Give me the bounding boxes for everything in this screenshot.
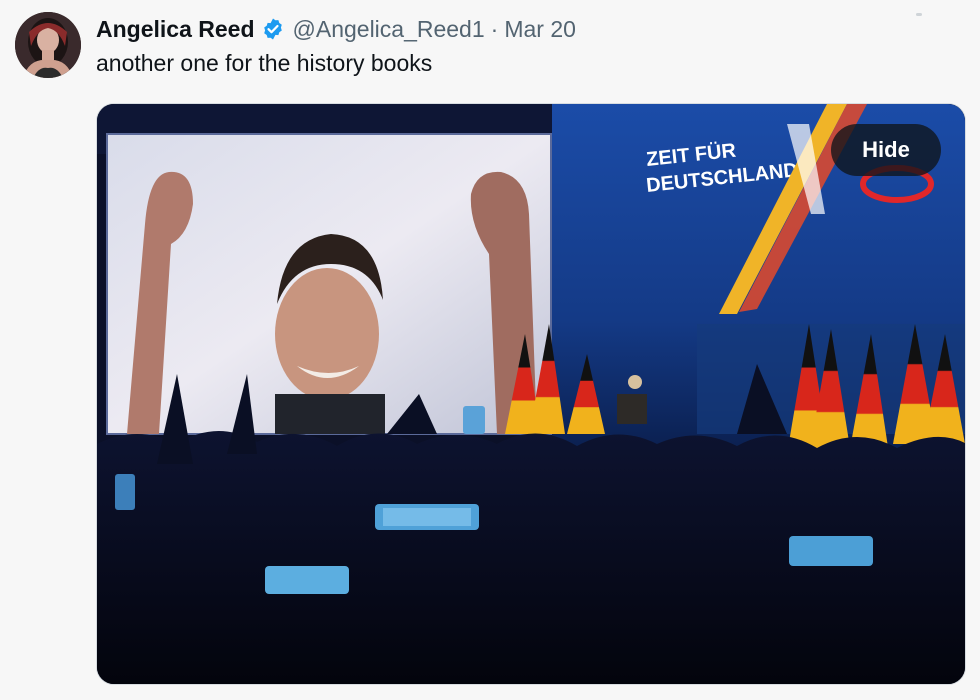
avatar-image [15,12,81,78]
hide-media-button[interactable]: Hide [831,124,941,176]
author-handle[interactable]: @Angelica_Reed1 [293,16,485,43]
tweet-media-photo[interactable]: ZEIT FÜR DEUTSCHLAND. [96,103,966,685]
avatar[interactable] [15,12,81,78]
tweet-header: Angelica Reed @Angelica_Reed1 · Mar 20 [96,12,576,46]
tweet-text: another one for the history books [96,50,433,76]
header-separator: · [490,15,499,42]
tweet-date[interactable]: Mar 20 [504,16,576,43]
author-name[interactable]: Angelica Reed [96,16,255,43]
verified-badge-icon [261,17,285,41]
more-icon[interactable] [916,13,922,16]
